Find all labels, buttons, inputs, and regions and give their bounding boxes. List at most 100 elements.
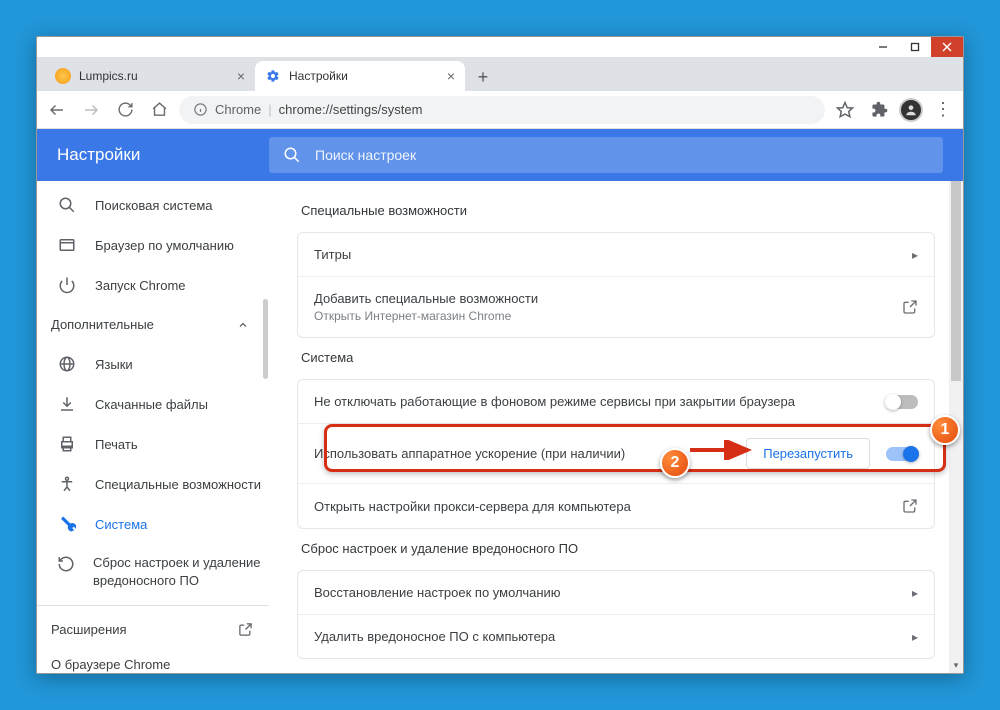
row-label: Восстановление настроек по умолчанию <box>314 585 561 600</box>
bookmark-star-icon[interactable] <box>831 96 859 124</box>
open-external-icon <box>238 622 253 637</box>
settings-search-input[interactable]: Поиск настроек <box>269 137 943 173</box>
toggle-hardware-acceleration[interactable] <box>886 447 918 461</box>
row-label: Добавить специальные возможности <box>314 291 538 306</box>
content-scrollbar-track[interactable]: ▾ <box>949 181 963 673</box>
url-divider: | <box>268 102 271 117</box>
sidebar-item-system[interactable]: Система <box>37 504 269 544</box>
chevron-right-icon: ▸ <box>912 248 918 262</box>
power-icon <box>57 275 77 295</box>
chevron-right-icon: ▸ <box>912 586 918 600</box>
row-label: Титры <box>314 247 351 262</box>
back-button[interactable] <box>43 96 71 124</box>
window-titlebar <box>37 37 963 57</box>
restore-icon <box>57 554 75 574</box>
profile-avatar[interactable] <box>899 98 923 122</box>
tab-title: Lumpics.ru <box>79 69 138 83</box>
row-restore-defaults[interactable]: Восстановление настроек по умолчанию ▸ <box>298 571 934 614</box>
tab-favicon-lumpics <box>55 68 71 84</box>
open-external-icon <box>902 498 918 514</box>
accessibility-icon <box>57 474 77 494</box>
sidebar-item-languages[interactable]: Языки <box>37 344 269 384</box>
sidebar-item-label: Браузер по умолчанию <box>95 238 234 253</box>
tab-close-button[interactable]: × <box>237 68 245 84</box>
sidebar-item-label: Расширения <box>51 622 127 637</box>
search-icon <box>57 195 77 215</box>
scrollbar-down-arrow[interactable]: ▾ <box>951 659 961 671</box>
chevron-up-icon <box>237 319 249 331</box>
row-hardware-acceleration[interactable]: Использовать аппаратное ускорение (при н… <box>298 423 934 483</box>
settings-sidebar: Поисковая система Браузер по умолчанию З… <box>37 181 269 673</box>
home-button[interactable] <box>145 96 173 124</box>
tab-title: Настройки <box>289 69 348 83</box>
extensions-icon[interactable] <box>865 96 893 124</box>
sidebar-item-search-engine[interactable]: Поисковая система <box>37 185 269 225</box>
address-bar[interactable]: Chrome | chrome://settings/system <box>179 96 825 124</box>
row-label: Использовать аппаратное ускорение (при н… <box>314 446 625 461</box>
sidebar-item-reset[interactable]: Сброс настроек и удаление вредоносного П… <box>37 544 269 599</box>
sidebar-item-accessibility[interactable]: Специальные возможности <box>37 464 269 504</box>
window-minimize-button[interactable] <box>867 37 899 57</box>
sidebar-item-label: Языки <box>95 357 133 372</box>
sidebar-item-default-browser[interactable]: Браузер по умолчанию <box>37 225 269 265</box>
url-scheme: Chrome <box>215 102 261 117</box>
sidebar-section-label: Дополнительные <box>51 317 154 332</box>
sidebar-item-print[interactable]: Печать <box>37 424 269 464</box>
window-maximize-button[interactable] <box>899 37 931 57</box>
row-add-accessibility[interactable]: Добавить специальные возможности Открыть… <box>298 276 934 337</box>
tab-close-button[interactable]: × <box>447 68 455 84</box>
open-external-icon <box>902 299 918 315</box>
sidebar-item-extensions[interactable]: Расширения <box>37 612 269 647</box>
settings-header: Настройки Поиск настроек <box>37 129 963 181</box>
sidebar-item-label: Сброс настроек и удаление вредоносного П… <box>93 554 269 589</box>
sidebar-item-label: Поисковая система <box>95 198 213 213</box>
chevron-right-icon: ▸ <box>912 630 918 644</box>
sidebar-item-startup[interactable]: Запуск Chrome <box>37 265 269 305</box>
row-sublabel: Открыть Интернет-магазин Chrome <box>314 309 538 323</box>
search-placeholder: Поиск настроек <box>315 147 416 163</box>
section-title-reset: Сброс настроек и удаление вредоносного П… <box>301 541 935 556</box>
forward-button[interactable] <box>77 96 105 124</box>
card-system: Не отключать работающие в фоновом режиме… <box>297 379 935 529</box>
content-scrollbar-thumb[interactable] <box>951 181 961 381</box>
card-reset: Восстановление настроек по умолчанию ▸ У… <box>297 570 935 659</box>
sidebar-item-label: Скачанные файлы <box>95 397 208 412</box>
row-label: Удалить вредоносное ПО с компьютера <box>314 629 555 644</box>
sidebar-advanced-toggle[interactable]: Дополнительные <box>37 305 269 344</box>
tab-settings[interactable]: Настройки × <box>255 61 465 91</box>
browser-toolbar: Chrome | chrome://settings/system ⋮ <box>37 91 963 129</box>
site-info-icon <box>191 96 209 124</box>
row-remove-malware[interactable]: Удалить вредоносное ПО с компьютера ▸ <box>298 614 934 658</box>
new-tab-button[interactable]: + <box>469 63 497 91</box>
section-title-system: Система <box>301 350 935 365</box>
row-background-apps[interactable]: Не отключать работающие в фоновом режиме… <box>298 380 934 423</box>
sidebar-item-about[interactable]: О браузере Chrome <box>37 647 269 673</box>
globe-icon <box>57 354 77 374</box>
sidebar-item-label: Система <box>95 517 147 532</box>
sidebar-item-label: Печать <box>95 437 138 452</box>
sidebar-divider <box>37 605 269 606</box>
tab-strip: Lumpics.ru × Настройки × + <box>37 57 963 91</box>
browser-window: Lumpics.ru × Настройки × + C <box>36 36 964 674</box>
row-label: Не отключать работающие в фоновом режиме… <box>314 394 795 409</box>
window-close-button[interactable] <box>931 37 963 57</box>
sidebar-item-label: Запуск Chrome <box>95 278 186 293</box>
sidebar-item-label: Специальные возможности <box>95 477 261 492</box>
section-title-accessibility: Специальные возможности <box>301 203 935 218</box>
row-proxy-settings[interactable]: Открыть настройки прокси-сервера для ком… <box>298 483 934 528</box>
toggle-background-apps[interactable] <box>886 395 918 409</box>
gear-icon <box>265 68 281 84</box>
download-icon <box>57 394 77 414</box>
reload-button[interactable] <box>111 96 139 124</box>
restart-button[interactable]: Перезапустить <box>746 438 870 469</box>
settings-page-title: Настройки <box>57 145 269 165</box>
tab-lumpics[interactable]: Lumpics.ru × <box>45 61 255 91</box>
sidebar-item-label: О браузере Chrome <box>51 657 170 672</box>
kebab-menu-icon[interactable]: ⋮ <box>929 96 957 124</box>
wrench-icon <box>57 514 77 534</box>
row-captions[interactable]: Титры ▸ <box>298 233 934 276</box>
url-path: chrome://settings/system <box>279 102 423 117</box>
sidebar-scrollbar-thumb[interactable] <box>263 299 268 379</box>
sidebar-item-downloads[interactable]: Скачанные файлы <box>37 384 269 424</box>
search-icon <box>283 146 301 164</box>
